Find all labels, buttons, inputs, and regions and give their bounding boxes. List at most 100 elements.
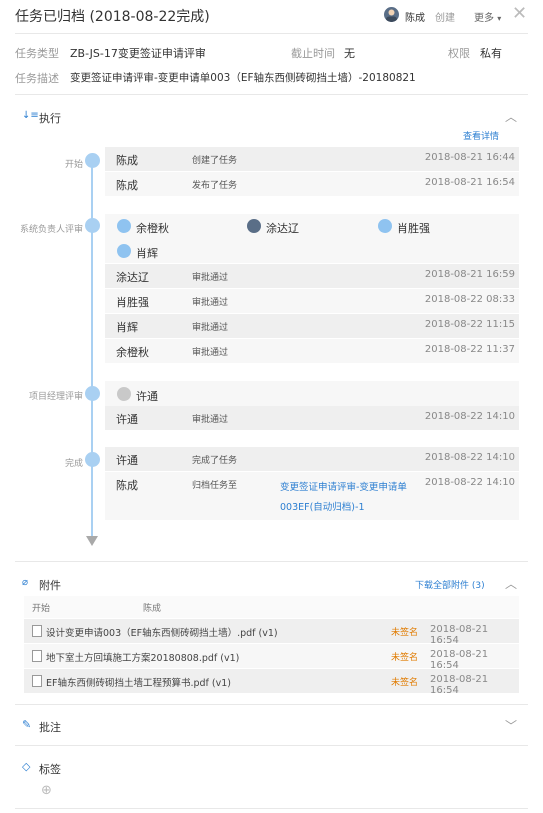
step-dot	[85, 218, 100, 233]
action-time: 2018-08-22 14:10	[424, 452, 515, 463]
add-tag-icon[interactable]: ⊕	[41, 783, 52, 798]
sign-status: 未签名	[391, 653, 419, 663]
close-icon[interactable]: ✕	[512, 4, 527, 24]
archive-link[interactable]: 变更签证申请评审-变更申请单	[280, 479, 407, 493]
action-time: 2018-08-21 16:59	[424, 269, 515, 280]
manager-list	[105, 381, 519, 406]
action-time: 2018-08-22 11:15	[424, 319, 515, 330]
timeline-row: 许通 审批通过 2018-08-22 14:10	[105, 406, 519, 430]
action-text: 发布了任务	[192, 181, 238, 191]
action-time: 2018-08-21 16:44	[424, 152, 515, 163]
avatar-icon	[117, 244, 131, 258]
file-name[interactable]: EF轴东西侧砖砌挡土墙工程预算书.pdf (v1)	[46, 675, 231, 689]
timeline-row: 肖胜强 审批通过 2018-08-22 08:33	[105, 289, 519, 313]
timeline-row: 许通 完成了任务 2018-08-22 14:10	[105, 447, 519, 471]
avatar-icon	[378, 219, 392, 233]
chevron-down-icon[interactable]: ﹀	[505, 717, 517, 734]
sort-icon: ↓≡	[22, 110, 39, 121]
timeline-row: 余橙秋 审批通过 2018-08-22 11:37	[105, 339, 519, 363]
actor-name: 肖胜强	[116, 296, 149, 309]
deadline-label: 截止时间	[291, 47, 335, 60]
timeline-row: 涂达辽 审批通过 2018-08-21 16:59	[105, 264, 519, 288]
chevron-up-icon[interactable]: ︿	[505, 575, 517, 592]
step-label-start: 开始	[64, 160, 83, 170]
avatar-icon	[117, 219, 131, 233]
more-menu-button[interactable]: 更多 ▾	[474, 9, 501, 24]
paperclip-icon: ⌀	[22, 577, 29, 588]
action-time: 2018-08-22 11:37	[424, 344, 515, 355]
task-type-value: ZB-JS-17变更签证申请评审	[70, 47, 206, 60]
divider	[15, 33, 528, 34]
view-details-link[interactable]: 查看详情	[463, 129, 499, 142]
tag-icon: ◇	[22, 760, 31, 773]
action-text: 审批通过	[192, 323, 229, 333]
action-time: 2018-08-21 16:54	[424, 177, 515, 188]
actor-name: 陈成	[116, 479, 138, 492]
action-text: 审批通过	[192, 298, 229, 308]
sign-status: 未签名	[391, 628, 419, 638]
manager-name: 许通	[136, 390, 158, 403]
attachments-title: 附件	[39, 579, 61, 592]
step-label-manager-review: 项目经理评审	[28, 392, 83, 402]
file-name[interactable]: 设计变更申请003（EF轴东西侧砖砌挡土墙）.pdf (v1)	[46, 625, 278, 639]
creator-role: 创建	[435, 13, 455, 24]
attachment-user: 陈成	[143, 604, 162, 614]
sign-status: 未签名	[391, 678, 419, 688]
actor-name: 陈成	[116, 154, 138, 167]
page-title: 任务已归档 (2018-08-22完成)	[15, 9, 210, 25]
tags-title: 标签	[39, 763, 61, 776]
deadline-value: 无	[344, 47, 355, 60]
reviewer-name: 余橙秋	[136, 222, 169, 235]
reviewer-name: 涂达辽	[266, 222, 299, 235]
pdf-file-icon	[32, 625, 42, 637]
action-text: 审批通过	[192, 415, 229, 425]
action-text: 完成了任务	[192, 456, 238, 466]
action-time: 2018-08-22 14:10	[424, 477, 515, 488]
timeline-arrow-icon	[86, 536, 98, 546]
timeline-row: 陈成 创建了任务 2018-08-21 16:44	[105, 147, 519, 171]
step-dot	[85, 452, 100, 467]
timeline-row: 陈成 归档任务至 变更签证申请评审-变更申请单 003EF(自动归档)-1 20…	[105, 472, 519, 520]
attachment-step: 开始	[32, 604, 51, 614]
execution-title: 执行	[39, 112, 61, 125]
more-label: 更多	[474, 13, 494, 24]
avatar-icon	[117, 387, 131, 401]
reviewer-name: 肖辉	[136, 247, 158, 260]
pdf-file-icon	[32, 675, 42, 687]
actor-name: 许通	[116, 413, 138, 426]
timeline-row: 陈成 发布了任务 2018-08-21 16:54	[105, 172, 519, 196]
file-time: 2018-08-21 16:54	[430, 674, 489, 696]
pdf-file-icon	[32, 650, 42, 662]
task-type-label: 任务类型	[15, 47, 59, 60]
action-text: 审批通过	[192, 348, 229, 358]
chevron-up-icon[interactable]: ︿	[505, 108, 517, 125]
archive-link[interactable]: 003EF(自动归档)-1	[280, 499, 364, 513]
divider	[15, 94, 528, 95]
file-name[interactable]: 地下室土方回填施工方案20180808.pdf (v1)	[46, 650, 239, 664]
timeline-row: 肖辉 审批通过 2018-08-22 11:15	[105, 314, 519, 338]
action-time: 2018-08-22 08:33	[424, 294, 515, 305]
actor-name: 余橙秋	[116, 346, 149, 359]
divider	[15, 745, 528, 746]
user-avatar	[384, 7, 399, 22]
actor-name: 许通	[116, 454, 138, 467]
action-time: 2018-08-22 14:10	[424, 411, 515, 422]
attachment-row[interactable]: 地下室土方回填施工方案20180808.pdf (v1) 未签名 2018-08…	[24, 644, 519, 671]
divider	[15, 704, 528, 705]
attachment-header	[24, 596, 519, 618]
avatar-icon	[247, 219, 261, 233]
attachment-row[interactable]: EF轴东西侧砖砌挡土墙工程预算书.pdf (v1) 未签名 2018-08-21…	[24, 669, 519, 696]
permission-label: 权限	[448, 47, 470, 60]
chevron-down-icon: ▾	[497, 14, 502, 23]
attachment-row[interactable]: 设计变更申请003（EF轴东西侧砖砌挡土墙）.pdf (v1) 未签名 2018…	[24, 619, 519, 646]
download-all-link[interactable]: 下载全部附件 (3)	[415, 578, 485, 591]
step-dot	[85, 153, 100, 168]
actor-name: 涂达辽	[116, 271, 149, 284]
action-text: 审批通过	[192, 273, 229, 283]
edit-icon: ✎	[22, 718, 32, 731]
task-desc-value: 变更签证申请评审-变更申请单003（EF轴东西侧砖砌挡土墙）-20180821	[70, 72, 416, 84]
step-dot	[85, 386, 100, 401]
divider	[15, 808, 528, 809]
reviewer-name: 肖胜强	[397, 222, 430, 235]
step-label-system-review: 系统负责人评审	[19, 225, 83, 235]
